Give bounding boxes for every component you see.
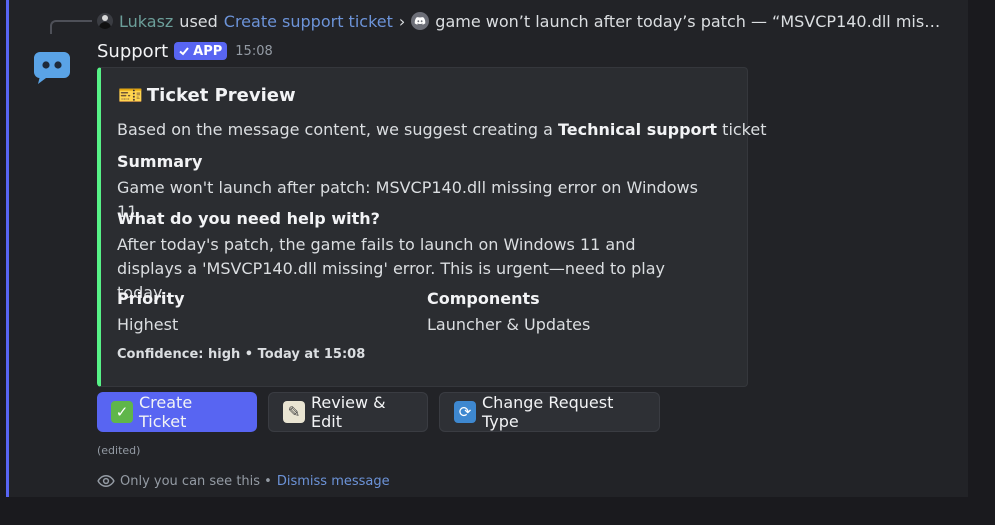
- user-avatar[interactable]: [97, 13, 113, 29]
- author-name[interactable]: Support: [97, 41, 168, 62]
- ticket-preview-embed: 🎫 Ticket Preview Based on the message co…: [97, 67, 767, 387]
- message-header: Support APP 15:08: [97, 40, 273, 62]
- review-edit-label: Review & Edit: [311, 393, 386, 431]
- message-timestamp[interactable]: 15:08: [235, 44, 272, 59]
- ephemeral-notice: Only you can see this • Dismiss message: [97, 472, 390, 490]
- refresh-icon: ⟳: [454, 401, 476, 423]
- field-components: Components Launcher & Updates: [427, 289, 707, 337]
- app-badge: APP: [174, 42, 228, 60]
- chat-bottom-strip: [0, 497, 995, 525]
- chevron-right-icon: ›: [398, 11, 406, 31]
- embed-description: Based on the message content, we suggest…: [117, 120, 767, 139]
- desc-prefix: Based on the message content, we suggest…: [117, 120, 558, 139]
- change-request-type-label: Change Request Type: [482, 393, 614, 431]
- reply-command[interactable]: Create support ticket: [224, 12, 393, 31]
- dismiss-message-link[interactable]: Dismiss message: [277, 474, 390, 489]
- field-name: Summary: [117, 152, 203, 171]
- reply-context[interactable]: Lukasz used Create support ticket › game…: [97, 10, 947, 32]
- embed-title-text: Ticket Preview: [146, 84, 296, 106]
- edited-label: (edited): [97, 444, 141, 457]
- field-value: Highest: [117, 315, 179, 334]
- embed-title: 🎫 Ticket Preview: [118, 83, 296, 107]
- desc-suffix: ticket: [717, 120, 767, 139]
- app-badge-label: APP: [193, 43, 223, 59]
- field-name: What do you need help with?: [117, 209, 380, 228]
- action-buttons: ✓ Create Ticket ✎ Review & Edit ⟳ Change…: [97, 392, 660, 432]
- field-priority: Priority Highest: [117, 289, 397, 337]
- review-edit-button[interactable]: ✎ Review & Edit: [268, 392, 428, 432]
- embed-footer: Confidence: high • Today at 15:08: [117, 347, 366, 362]
- reply-username[interactable]: Lukasz: [119, 12, 173, 31]
- ephemeral-text: Only you can see this •: [120, 473, 272, 489]
- field-name: Priority: [117, 289, 185, 308]
- change-request-type-button[interactable]: ⟳ Change Request Type: [439, 392, 660, 432]
- field-value: Launcher & Updates: [427, 315, 591, 334]
- create-ticket-button[interactable]: ✓ Create Ticket: [97, 392, 257, 432]
- reply-used-text: used: [179, 11, 218, 31]
- create-ticket-label: Create Ticket: [139, 393, 193, 431]
- bot-avatar-icon[interactable]: [32, 46, 72, 86]
- checkmark-icon: [179, 47, 189, 56]
- reply-connector: [50, 20, 92, 34]
- ticket-icon: 🎫: [118, 83, 143, 107]
- field-name: Components: [427, 289, 540, 308]
- eye-icon: [97, 474, 115, 488]
- check-mark-icon: ✓: [111, 401, 133, 423]
- memo-icon: ✎: [283, 401, 305, 423]
- reply-message-preview[interactable]: game won’t launch after today’s patch — …: [435, 12, 947, 31]
- desc-ticket-type: Technical support: [558, 120, 718, 139]
- discord-icon: [411, 12, 430, 30]
